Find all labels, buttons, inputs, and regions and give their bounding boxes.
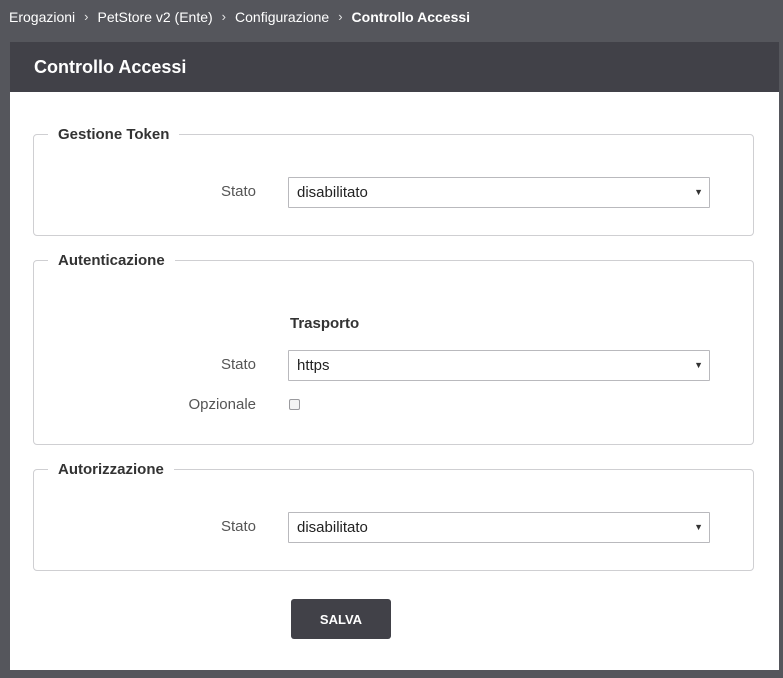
section-autenticazione: Autenticazione Trasporto Stato https ▼ O… <box>33 252 754 445</box>
chevron-right-icon: › <box>221 9 227 24</box>
caret-down-icon: ▼ <box>694 187 703 197</box>
breadcrumb-item-current: Controllo Accessi <box>351 8 471 25</box>
chevron-right-icon: › <box>84 9 89 24</box>
save-button[interactable]: SALVA <box>291 599 391 639</box>
auth-stato-label: Stato <box>220 356 256 373</box>
breadcrumb-item-erogazioni[interactable]: Erogazioni <box>9 9 75 25</box>
form-row-authz-stato: Stato disabilitato ▼ <box>34 512 753 543</box>
section-legend-autenticazione: Autenticazione <box>58 252 165 269</box>
opzionale-checkbox[interactable] <box>289 399 300 410</box>
form-row-auth-stato: Stato https ▼ <box>34 350 753 381</box>
section-gestione-token: Gestione Token Stato disabilitato ▼ <box>33 126 754 236</box>
auth-stato-select[interactable]: https ▼ <box>288 350 710 381</box>
access-control-panel: Controllo Accessi Gestione Token Stato d… <box>10 42 779 670</box>
caret-down-icon: ▼ <box>694 360 703 370</box>
token-stato-select[interactable]: disabilitato ▼ <box>288 177 710 208</box>
authz-stato-value: disabilitato <box>297 519 368 536</box>
section-legend-autorizzazione: Autorizzazione <box>58 461 164 478</box>
breadcrumb-item-petstore[interactable]: PetStore v2 (Ente) <box>98 9 213 25</box>
token-stato-value: disabilitato <box>297 184 368 201</box>
auth-stato-value: https <box>297 357 330 374</box>
section-legend-gestione-token: Gestione Token <box>58 126 170 143</box>
breadcrumb: Erogazioni › PetStore v2 (Ente) › Config… <box>9 0 470 33</box>
caret-down-icon: ▼ <box>694 522 703 532</box>
panel-header: Controllo Accessi <box>10 42 779 92</box>
chevron-right-icon: › <box>338 9 343 24</box>
authz-stato-select[interactable]: disabilitato ▼ <box>288 512 710 543</box>
page-title: Controllo Accessi <box>34 56 187 77</box>
opzionale-label: Opzionale <box>188 396 256 413</box>
section-autorizzazione: Autorizzazione Stato disabilitato ▼ <box>33 461 754 571</box>
trasporto-heading: Trasporto <box>290 315 360 332</box>
form-row-opzionale: Opzionale <box>34 390 753 420</box>
breadcrumb-item-configurazione[interactable]: Configurazione <box>235 9 329 25</box>
authz-stato-label: Stato <box>220 518 256 535</box>
token-stato-label: Stato <box>220 183 256 200</box>
form-row-token-stato: Stato disabilitato ▼ <box>34 177 753 208</box>
